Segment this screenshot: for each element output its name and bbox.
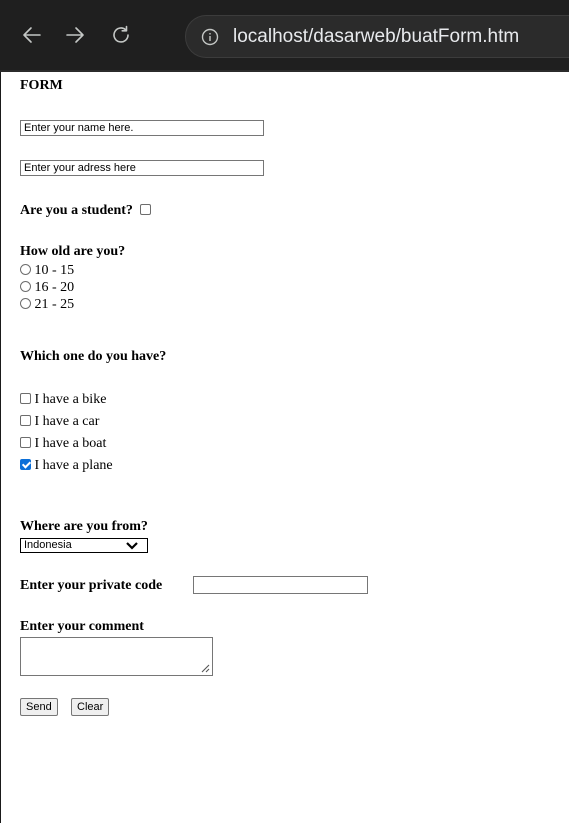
plane-checkbox[interactable] — [20, 459, 31, 470]
have-option-label: I have a bike — [34, 392, 107, 407]
student-checkbox[interactable] — [140, 204, 152, 215]
boat-checkbox[interactable] — [20, 437, 31, 448]
back-arrow-icon — [23, 27, 41, 43]
car-checkbox[interactable] — [20, 415, 31, 426]
student-row: Are you a student? — [20, 203, 152, 219]
student-question: Are you a student? — [20, 203, 133, 218]
resize-grip-icon[interactable] — [201, 664, 210, 673]
have-option[interactable]: I have a boat — [20, 436, 106, 452]
private-code-input[interactable] — [193, 576, 368, 594]
address-input[interactable]: Enter your adress here — [20, 160, 264, 176]
have-option[interactable]: I have a bike — [20, 392, 106, 408]
age-radio[interactable] — [20, 281, 31, 292]
name-input[interactable]: Enter your name here. — [20, 120, 264, 136]
have-question: Which one do you have? — [20, 349, 167, 364]
browser-toolbar: localhost/dasarweb/buatForm.htm — [0, 0, 569, 70]
private-code-row: Enter your private code — [20, 578, 162, 594]
age-option-label: 10 - 15 — [34, 263, 75, 278]
info-icon[interactable] — [201, 28, 219, 46]
age-option[interactable]: 21 - 25 — [20, 297, 74, 313]
forward-button[interactable] — [60, 20, 90, 50]
age-question: How old are you? — [20, 244, 126, 259]
have-option[interactable]: I have a plane — [20, 458, 113, 474]
age-option[interactable]: 16 - 20 — [20, 280, 74, 296]
bike-checkbox[interactable] — [20, 393, 31, 404]
reload-icon — [113, 25, 129, 43]
back-button[interactable] — [17, 20, 47, 50]
clear-button[interactable]: Clear — [71, 698, 110, 716]
chevron-down-icon — [126, 542, 138, 550]
send-button[interactable]: Send — [20, 698, 58, 716]
forward-arrow-icon — [66, 27, 84, 43]
age-radio[interactable] — [20, 298, 31, 309]
reload-button[interactable] — [106, 20, 136, 50]
age-option-label: 21 - 25 — [34, 297, 75, 312]
have-option[interactable]: I have a car — [20, 414, 99, 430]
age-option-label: 16 - 20 — [34, 280, 75, 295]
have-option-label: I have a car — [34, 414, 100, 429]
country-selected: Indonesia — [24, 539, 72, 551]
comment-label: Enter your comment — [20, 619, 144, 634]
have-option-label: I have a plane — [34, 458, 113, 473]
window-edge — [0, 72, 13, 823]
toolbar-divider — [0, 70, 569, 72]
private-code-label: Enter your private code — [20, 578, 163, 593]
comment-textarea[interactable] — [20, 637, 213, 676]
age-radio[interactable] — [20, 264, 31, 275]
have-option-label: I have a boat — [34, 436, 107, 451]
page-title: FORM — [20, 78, 63, 93]
from-question: Where are you from? — [20, 519, 148, 534]
age-option[interactable]: 10 - 15 — [20, 263, 74, 279]
address-bar[interactable]: localhost/dasarweb/buatForm.htm — [185, 15, 569, 58]
url-text: localhost/dasarweb/buatForm.htm — [233, 25, 520, 47]
country-select[interactable]: Indonesia — [20, 538, 148, 553]
